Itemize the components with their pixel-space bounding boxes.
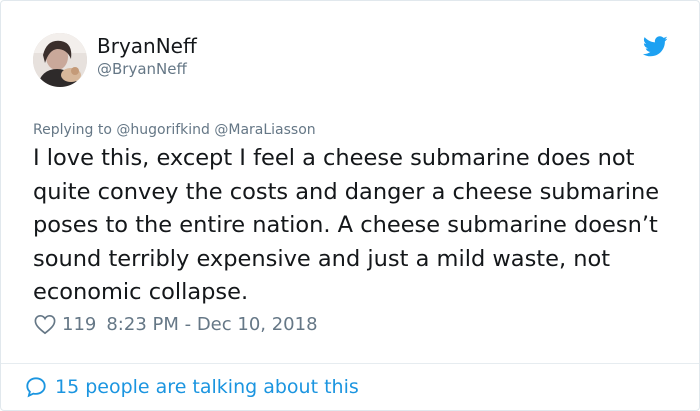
- timestamp[interactable]: 8:23 PM - Dec 10, 2018: [106, 314, 317, 335]
- user-handle[interactable]: @BryanNeff: [97, 60, 187, 78]
- twitter-bird-icon[interactable]: [643, 36, 668, 57]
- like-count[interactable]: 119: [62, 314, 96, 335]
- conversation-link[interactable]: 15 people are talking about this: [25, 373, 359, 401]
- speech-bubble-icon: [26, 377, 46, 398]
- heart-icon[interactable]: [34, 314, 56, 335]
- tweet-card: BryanNeff @BryanNeff Replying to @hugori…: [0, 0, 700, 411]
- footer-divider: [1, 363, 699, 364]
- replying-to-label: Replying to: [33, 122, 112, 138]
- tweet-meta: 119 8:23 PM - Dec 10, 2018: [34, 312, 318, 336]
- avatar-image: [33, 33, 87, 87]
- reply-mentions[interactable]: @hugorifkind @MaraLiasson: [116, 122, 315, 138]
- display-name[interactable]: BryanNeff: [97, 34, 197, 58]
- avatar[interactable]: [33, 33, 87, 87]
- replying-to: Replying to @hugorifkind @MaraLiasson: [33, 121, 316, 139]
- tweet-text: I love this, except I feel a cheese subm…: [33, 145, 660, 305]
- conversation-count-text[interactable]: 15 people are talking about this: [55, 376, 359, 398]
